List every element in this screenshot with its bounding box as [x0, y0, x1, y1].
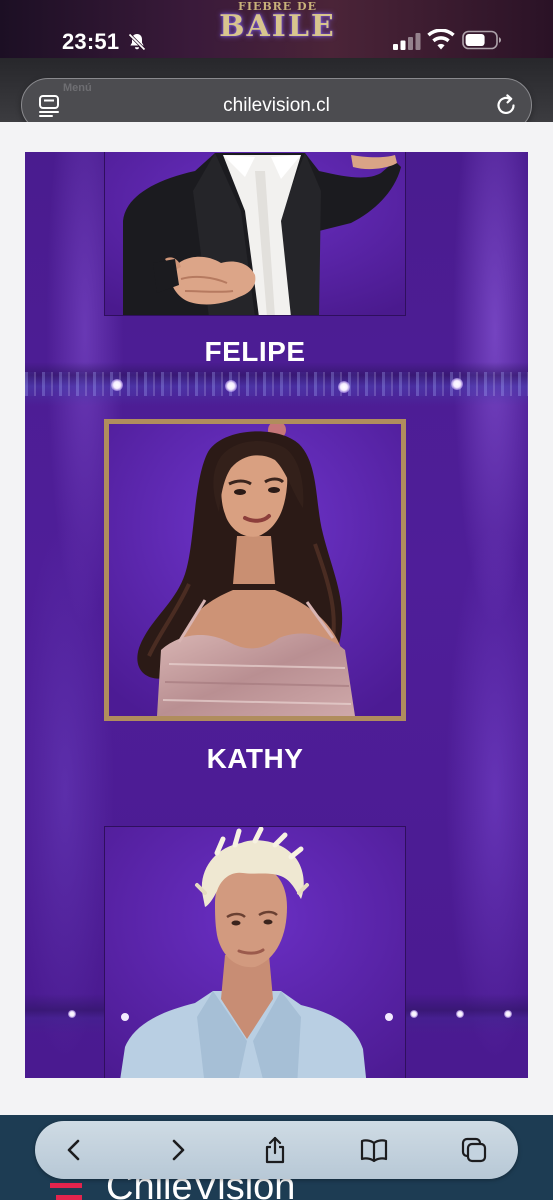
participant-card-kathy[interactable]: [104, 419, 406, 721]
cellular-signal-icon: [393, 33, 421, 50]
bookmarks-button[interactable]: [360, 1136, 388, 1164]
browser-toolbar: [35, 1121, 518, 1179]
reload-icon[interactable]: [494, 93, 518, 117]
tabs-button[interactable]: [460, 1136, 488, 1164]
share-icon: [265, 1136, 285, 1164]
stage-bulb: [68, 1010, 76, 1018]
participants-section: FELIPE KATHY: [25, 152, 528, 1078]
share-button[interactable]: [261, 1136, 289, 1164]
participant-card-felipe[interactable]: [104, 152, 406, 316]
stage-bulb: [111, 379, 123, 391]
ghost-page-text: Menú: [63, 82, 92, 94]
participant-photo-felipe: [105, 152, 405, 315]
forward-button[interactable]: [163, 1136, 191, 1164]
bell-slash-icon: [128, 33, 146, 51]
show-logo-big: BAILE: [219, 8, 336, 44]
stage-bulb: [225, 380, 237, 392]
participant-name-kathy[interactable]: KATHY: [104, 743, 406, 775]
stage-bulb: [504, 1010, 512, 1018]
forward-icon: [172, 1139, 185, 1161]
bookmarks-icon: [360, 1139, 388, 1163]
browser-bottom-bar: ChileVisión: [0, 1115, 553, 1200]
stage-lights-strip: [25, 362, 528, 406]
stage-bulb: [338, 381, 350, 393]
show-logo: FIEBRE DE BAILE: [200, 0, 355, 46]
status-bar: FIEBRE DE BAILE 23:51: [0, 0, 553, 58]
participant-photo-kathy: [109, 424, 401, 716]
wifi-icon: [427, 29, 455, 50]
stage-bulb: [410, 1010, 418, 1018]
status-time: 23:51: [62, 29, 120, 54]
back-button[interactable]: [61, 1136, 89, 1164]
back-icon: [67, 1139, 80, 1161]
stage-bulb: [451, 378, 463, 390]
participant-card-third[interactable]: [104, 826, 406, 1078]
browser-top-bar: Menú chilevision.cl: [0, 58, 553, 144]
battery-icon: [462, 30, 501, 50]
participant-photo-third: [105, 827, 405, 1078]
stage-bulb: [456, 1010, 464, 1018]
url-text[interactable]: chilevision.cl: [22, 95, 531, 117]
tabs-icon: [461, 1137, 487, 1163]
